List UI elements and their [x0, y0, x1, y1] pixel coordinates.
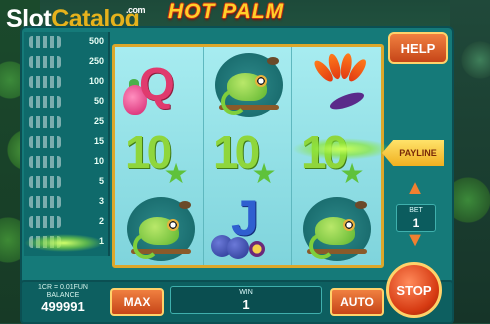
paytable-symbol-icon — [29, 96, 61, 108]
chameleon-icon — [303, 197, 371, 261]
bug-icon — [179, 201, 191, 209]
payline-button[interactable]: PAYLINE — [382, 140, 444, 166]
star-fruit-icon: ★ — [339, 158, 365, 189]
paytable-row: 250 — [26, 54, 108, 72]
paytable-win-glow — [24, 234, 104, 252]
reel-cell — [293, 49, 377, 121]
paytable-value: 500 — [88, 36, 104, 46]
reel-cell: Q — [117, 49, 201, 121]
chameleon-eye-icon — [343, 219, 355, 231]
paytable-value: 10 — [93, 156, 104, 166]
jungle-background-right — [450, 0, 490, 323]
win-label: WIN — [239, 289, 253, 296]
paytable-value: 25 — [93, 116, 104, 126]
paytable-row: 2 — [26, 214, 108, 232]
bug-icon — [355, 201, 367, 209]
paytable-row: 10 — [26, 154, 108, 172]
game-title: HOT PALM — [168, 0, 285, 23]
reel-cell: 10 ★ — [205, 121, 289, 193]
paytable-row: 500 — [26, 34, 108, 52]
bet-label: BET — [409, 207, 423, 214]
reel-1: Q 10 ★ — [115, 47, 204, 265]
max-bet-button[interactable]: MAX — [110, 288, 164, 316]
reel-cell — [293, 193, 377, 265]
paytable-value: 5 — [98, 176, 104, 186]
bet-increase-chevron-up-icon[interactable]: ▲ — [398, 178, 432, 198]
q-symbol-icon: Q — [139, 58, 175, 110]
logo-com-text: .com — [126, 5, 146, 15]
bet-value: 1 — [412, 216, 420, 230]
plum-icon — [227, 237, 249, 259]
help-button[interactable]: HELP — [388, 32, 448, 64]
paytable-row: 100 — [26, 74, 108, 92]
reel-cell: 10 ★ — [117, 121, 201, 193]
bet-display: BET 1 — [396, 204, 436, 232]
reel-cell — [117, 193, 201, 265]
balance-value: 499991 — [41, 299, 85, 314]
paytable-value: 100 — [88, 76, 104, 86]
bird-of-paradise-icon — [299, 51, 375, 119]
balance-label: BALANCE — [46, 292, 80, 299]
balance-info: 1CR = 0.01FUN BALANCE 499991 — [26, 284, 100, 318]
passion-fruit-icon — [249, 241, 265, 257]
paytable-symbol-icon — [29, 36, 61, 48]
paytable-value: 15 — [93, 136, 104, 146]
reel-cell: J — [205, 190, 289, 265]
payline-win-glow — [292, 138, 392, 160]
paytable-row: 15 — [26, 134, 108, 152]
win-value: 1 — [242, 297, 250, 312]
paytable-symbol-icon — [29, 216, 61, 228]
purple-bract-icon — [328, 89, 366, 113]
paytable-row: 3 — [26, 194, 108, 212]
paytable-symbol-icon — [29, 156, 61, 168]
paytable-symbol-icon — [29, 196, 61, 208]
paytable: 500 250 100 50 25 15 10 5 3 2 1 — [24, 32, 110, 256]
paytable-symbol-icon — [29, 76, 61, 88]
paytable-value: 250 — [88, 56, 104, 66]
stop-spin-button[interactable]: STOP — [386, 262, 442, 318]
reel-2: 10 ★ J — [203, 47, 292, 265]
ten-symbol-icon: 10 — [213, 126, 260, 178]
chameleon-eye-icon — [167, 219, 179, 231]
chameleon-icon — [215, 53, 283, 117]
paytable-symbol-icon — [29, 116, 61, 128]
ten-symbol-icon: 10 — [125, 126, 172, 178]
autoplay-button[interactable]: AUTO — [330, 288, 384, 316]
bet-decrease-chevron-down-icon[interactable]: ▼ — [398, 230, 432, 250]
chameleon-eye-icon — [255, 75, 267, 87]
credit-rate: 1CR = 0.01FUN — [38, 284, 88, 291]
paytable-symbol-icon — [29, 176, 61, 188]
star-fruit-icon: ★ — [163, 158, 189, 189]
bug-icon — [267, 57, 279, 65]
paytable-row: 50 — [26, 94, 108, 112]
reel-cell — [205, 49, 289, 121]
paytable-value: 2 — [98, 216, 104, 226]
paytable-symbol-icon — [29, 136, 61, 148]
paytable-value: 3 — [98, 196, 104, 206]
star-fruit-icon: ★ — [251, 158, 277, 189]
paytable-row: 5 — [26, 174, 108, 192]
chameleon-icon — [127, 197, 195, 261]
win-display: WIN 1 — [170, 286, 322, 314]
paytable-symbol-icon — [29, 56, 61, 68]
paytable-value: 50 — [93, 96, 104, 106]
paytable-row: 25 — [26, 114, 108, 132]
